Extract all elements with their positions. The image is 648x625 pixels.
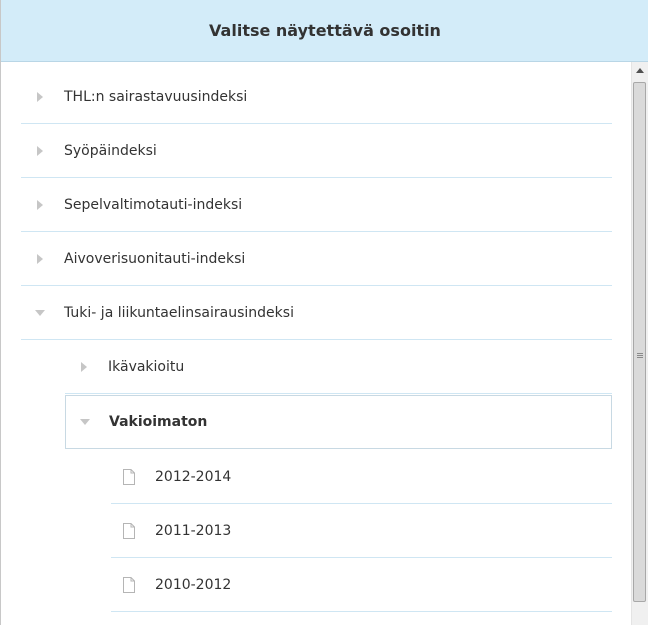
expand-arrow-icon[interactable] (37, 145, 43, 156)
arrow-up-icon (636, 68, 644, 73)
tree-item-label: Sepelvaltimotauti-indeksi (64, 196, 243, 213)
document-icon (123, 576, 135, 593)
tree-item-vakioimaton[interactable]: Vakioimaton (65, 395, 612, 449)
tree-item-ikavakioitu[interactable]: Ikävakioitu (65, 340, 612, 394)
tree-leaf-2010-2012[interactable]: 2010-2012 (111, 558, 612, 612)
tree-item-sepelvaltimotauti-indeksi[interactable]: Sepelvaltimotauti-indeksi (21, 178, 612, 232)
tree-item-label: Vakioimaton (109, 414, 208, 430)
tree-item-label: Syöpäindeksi (64, 142, 157, 159)
tree-item-tuki-ja-liikuntaelinsairausindeksi[interactable]: Tuki- ja liikuntaelinsairausindeksi (21, 286, 612, 340)
indicator-selector-panel: Valitse näytettävä osoitin THL:n sairast… (0, 0, 648, 625)
tree-item-label: THL:n sairastavuusindeksi (64, 88, 248, 105)
tree-leaf-label: 2010-2012 (155, 576, 232, 593)
tree-item-label: Tuki- ja liikuntaelinsairausindeksi (64, 304, 294, 321)
collapse-arrow-icon[interactable] (35, 309, 45, 316)
collapse-arrow-icon[interactable] (80, 419, 90, 425)
expand-arrow-icon[interactable] (37, 199, 43, 210)
document-icon (123, 468, 135, 485)
tree-item-label: Aivoverisuonitauti-indeksi (64, 250, 246, 267)
panel-header: Valitse näytettävä osoitin (1, 0, 648, 62)
vertical-scrollbar[interactable] (631, 62, 648, 625)
scroll-up-button[interactable] (632, 62, 648, 79)
expand-arrow-icon[interactable] (81, 361, 87, 372)
tree-item-thl-sairastavuusindeksi[interactable]: THL:n sairastavuusindeksi (21, 70, 612, 124)
scrollbar-thumb[interactable] (633, 82, 646, 602)
tree-leaf-label: 2011-2013 (155, 522, 232, 539)
tree-item-syopaindeksi[interactable]: Syöpäindeksi (21, 124, 612, 178)
document-icon (123, 522, 135, 539)
tree-leaf-2011-2013[interactable]: 2011-2013 (111, 504, 612, 558)
tree-item-label: Ikävakioitu (108, 358, 185, 375)
indicator-tree: THL:n sairastavuusindeksi Syöpäindeksi S… (1, 70, 629, 625)
tree-item-aivoverisuonitauti-indeksi[interactable]: Aivoverisuonitauti-indeksi (21, 232, 612, 286)
grip-icon (637, 353, 643, 359)
tree-leaf-label: 2012-2014 (155, 468, 232, 485)
expand-arrow-icon[interactable] (37, 253, 43, 264)
tree-leaf-2012-2014[interactable]: 2012-2014 (111, 450, 612, 504)
expand-arrow-icon[interactable] (37, 91, 43, 102)
panel-title: Valitse näytettävä osoitin (209, 21, 441, 40)
